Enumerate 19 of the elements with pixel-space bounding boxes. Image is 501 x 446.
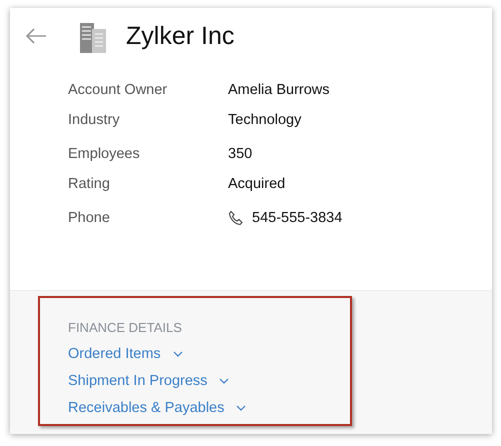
field-value: Amelia Burrows: [228, 82, 330, 98]
account-title: Zylker Inc: [126, 22, 234, 50]
finance-link[interactable]: Ordered Items: [68, 346, 183, 362]
field-label: Phone: [68, 210, 111, 226]
chevron-icon: [236, 405, 246, 411]
field-value: Technology: [228, 112, 302, 128]
field-value: 350: [228, 146, 252, 162]
finance-link[interactable]: Shipment In Progress: [68, 373, 230, 389]
chevron-icon: [172, 351, 183, 357]
field-label: Employees: [68, 146, 141, 162]
section-heading: FINANCE DETAILS: [68, 320, 183, 335]
field-label: Industry: [68, 112, 121, 128]
field-label: Account Owner: [68, 82, 168, 98]
chevron-icon: [219, 378, 230, 384]
phone-icon: [228, 210, 244, 226]
field-value: 545-555-3834: [252, 210, 342, 226]
finance-link[interactable]: Receivables & Payables: [68, 400, 246, 416]
field-value: Acquired: [228, 176, 286, 192]
field-label: Rating: [68, 176, 111, 192]
